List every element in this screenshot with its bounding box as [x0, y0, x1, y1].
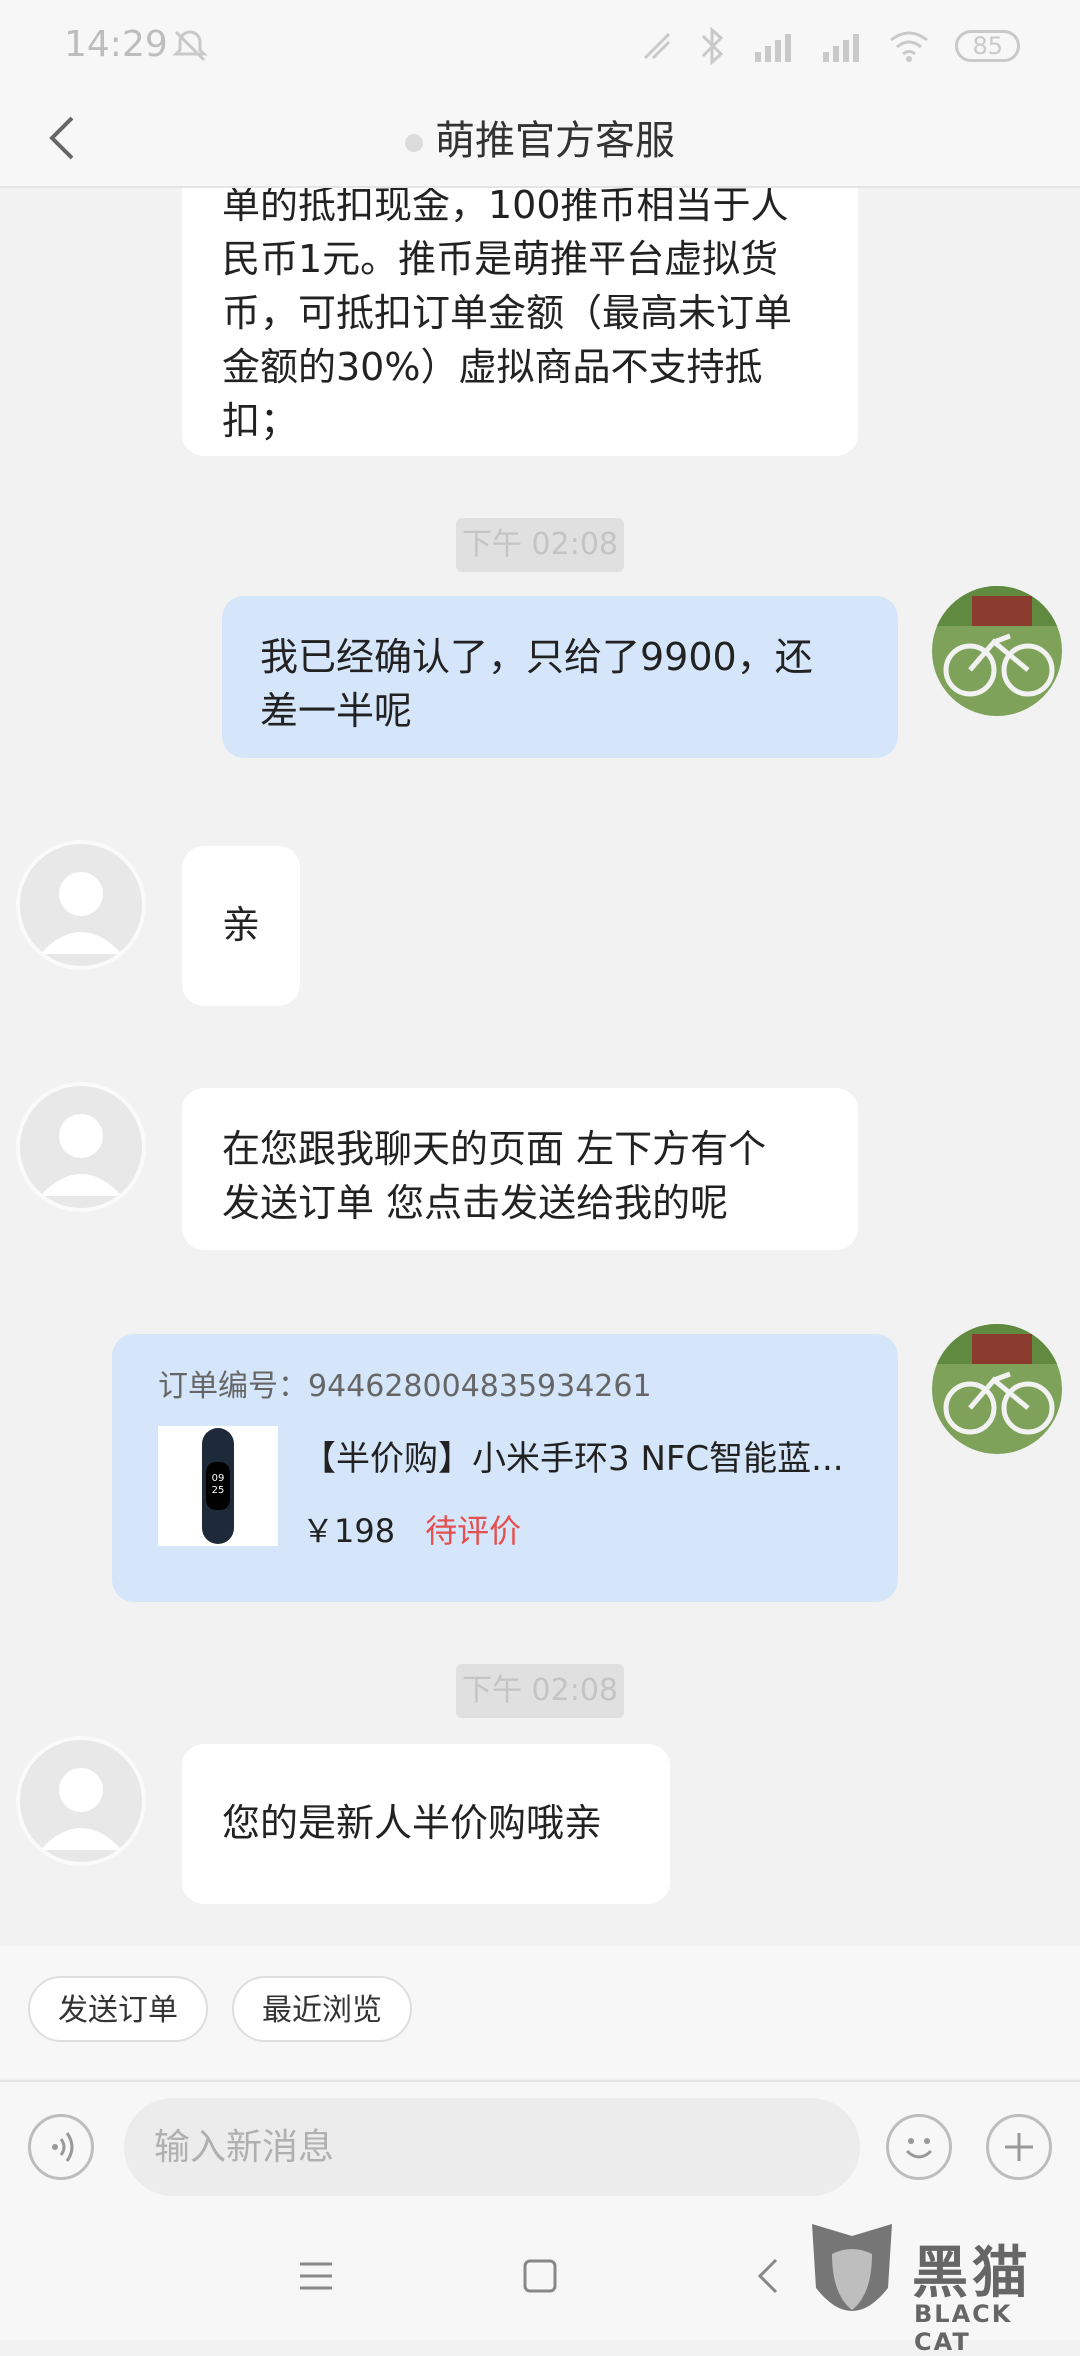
emoji-button[interactable] — [886, 2114, 952, 2180]
timestamp: 下午 02:08 — [456, 1664, 624, 1718]
plus-icon — [1005, 2133, 1033, 2161]
default-person-icon — [40, 1768, 122, 1850]
message-text: 亲 — [222, 903, 261, 947]
message-line: 单的抵扣现金，100推币相当于人 — [222, 188, 789, 227]
default-person-icon — [40, 1114, 122, 1196]
back-nav-icon[interactable] — [746, 2252, 794, 2300]
emoji-icon — [905, 2138, 933, 2159]
order-number-label: 订单编号： — [158, 1369, 308, 1404]
signal-icon — [823, 34, 860, 62]
page-title-text: 萌推官方客服 — [435, 118, 675, 164]
message-line: 币，可抵扣订单金额（最高未订单 — [222, 291, 793, 335]
message-bubble-left[interactable]: 您的是新人半价购哦亲 — [182, 1744, 670, 1904]
system-nav-bar: 黑猫 BLACK CAT — [0, 2212, 1080, 2356]
chat-header: 萌推官方客服 — [0, 90, 1080, 188]
message-text: 您的是新人半价购哦亲 — [222, 1801, 603, 1845]
voice-icon — [52, 2132, 74, 2162]
fitness-band-image: 09 25 — [202, 1428, 234, 1544]
message-line: 差一半呢 — [260, 689, 413, 733]
user-avatar[interactable] — [932, 586, 1062, 716]
product-thumbnail[interactable]: 09 25 — [158, 1426, 278, 1546]
bluetooth-icon — [702, 26, 724, 66]
agent-avatar[interactable] — [16, 1082, 146, 1212]
status-bar: 14:29 85 — [0, 0, 1080, 90]
message-line: 在您跟我聊天的页面 左下方有个 — [222, 1127, 767, 1171]
voice-button[interactable] — [28, 2114, 94, 2180]
send-order-chip[interactable]: 发送订单 — [28, 1976, 208, 2042]
add-button[interactable] — [986, 2114, 1052, 2180]
svg-text:09: 09 — [212, 1473, 225, 1484]
message-line: 我已经确认了，只给了9900，还 — [260, 635, 813, 679]
order-number: 订单编号：944628004835934261 — [158, 1360, 652, 1414]
message-line: 金额的30%）虚拟商品不支持抵 — [222, 345, 763, 389]
chat-area[interactable]: 单的抵扣现金，100推币相当于人 民币1元。推币是萌推平台虚拟货 币，可抵扣订单… — [0, 188, 1080, 1946]
user-avatar[interactable] — [932, 1324, 1062, 1454]
watermark: 黑猫 BLACK CAT — [802, 2218, 1072, 2356]
bicycle-avatar-image — [932, 1324, 1062, 1454]
status-time: 14:29 — [64, 24, 168, 65]
cat-shield-logo-icon — [812, 2224, 892, 2311]
battery-indicator: 85 — [955, 30, 1020, 62]
message-bubble-left[interactable]: 亲 — [182, 846, 300, 1006]
message-line: 扣； — [222, 399, 299, 443]
default-person-icon — [40, 872, 122, 954]
watermark-text: 黑猫 — [912, 2241, 1032, 2306]
nfc-icon — [644, 32, 671, 60]
page-title: 萌推官方客服 — [0, 108, 1080, 166]
bicycle-avatar-image — [932, 586, 1062, 716]
order-number-value: 944628004835934261 — [308, 1369, 652, 1404]
message-line: 发送订单 您点击发送给我的呢 — [222, 1181, 729, 1225]
message-bubble-right[interactable]: 我已经确认了，只给了9900，还 差一半呢 — [222, 596, 898, 758]
quick-actions-bar: 发送订单 最近浏览 — [0, 1946, 1080, 2078]
order-price-row: ￥198 待评价 — [302, 1502, 521, 1558]
recent-browse-chip[interactable]: 最近浏览 — [232, 1976, 412, 2042]
agent-avatar[interactable] — [16, 1736, 146, 1866]
message-input[interactable] — [124, 2098, 860, 2196]
mute-icon — [172, 30, 208, 62]
product-title[interactable]: 【半价购】小米手环3 NFC智能蓝... — [302, 1432, 862, 1486]
product-price: ￥198 — [302, 1512, 396, 1550]
online-status-dot — [405, 134, 423, 152]
watermark-subtext: BLACK CAT — [914, 2300, 1013, 2356]
menu-icon[interactable] — [292, 2252, 340, 2300]
order-card[interactable]: 订单编号：944628004835934261 09 25 【半价购】小米手环3… — [112, 1334, 898, 1602]
timestamp: 下午 02:08 — [456, 518, 624, 572]
message-bubble-left[interactable]: 单的抵扣现金，100推币相当于人 民币1元。推币是萌推平台虚拟货 币，可抵扣订单… — [182, 188, 858, 456]
svg-text:25: 25 — [212, 1485, 225, 1496]
signal-hd-icon — [755, 34, 792, 62]
message-bubble-left[interactable]: 在您跟我聊天的页面 左下方有个 发送订单 您点击发送给我的呢 — [182, 1088, 858, 1250]
wifi-icon — [890, 31, 929, 62]
agent-avatar[interactable] — [16, 840, 146, 970]
home-square-icon[interactable] — [516, 2252, 564, 2300]
message-line: 民币1元。推币是萌推平台虚拟货 — [222, 237, 779, 281]
message-input-bar — [0, 2080, 1080, 2212]
order-status: 待评价 — [425, 1512, 522, 1550]
